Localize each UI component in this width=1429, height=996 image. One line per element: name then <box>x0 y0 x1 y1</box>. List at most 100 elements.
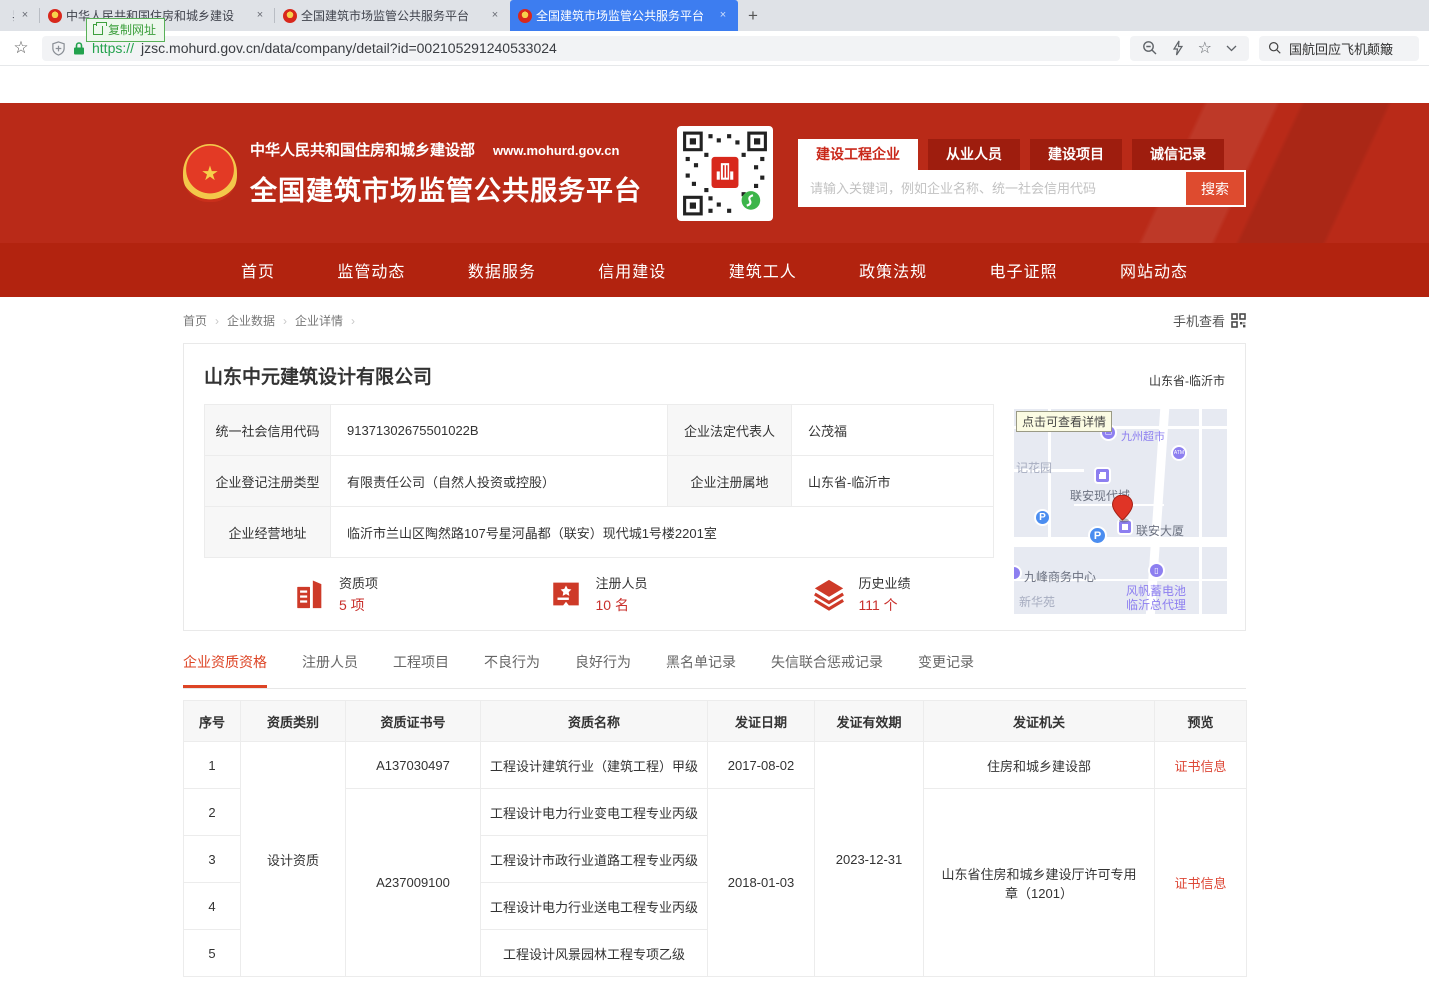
search-tab-enterprise[interactable]: 建设工程企业 <box>798 139 918 170</box>
authority-cell: 住房和城乡建设部 <box>924 742 1155 789</box>
search-input[interactable] <box>798 170 1184 207</box>
nav-item-supervision[interactable]: 监管动态 <box>337 258 405 282</box>
legal-person-value: 公茂福 <box>792 405 994 456</box>
emblem-favicon-icon: ★ <box>283 9 297 23</box>
certificate-info-link[interactable]: 证书信息 <box>1174 876 1226 891</box>
field-label: 企业登记注册类型 <box>205 456 331 507</box>
map-road <box>1199 409 1202 614</box>
col-seq: 序号 <box>184 701 241 742</box>
tab-title: 全国建筑市场监管公共服务平台 <box>301 7 484 24</box>
nav-item-news[interactable]: 网站动态 <box>1120 258 1188 282</box>
browser-action-bar: ☆ <box>1130 36 1249 61</box>
favorite-star-icon[interactable]: ☆ <box>1198 38 1212 58</box>
seq-cell: 4 <box>184 883 241 930</box>
tab-bad-behavior[interactable]: 不良行为 <box>484 652 540 688</box>
search-tab-credit[interactable]: 诚信记录 <box>1132 139 1224 170</box>
header-search-bar: 搜索 <box>798 170 1246 207</box>
tab-blacklist[interactable]: 黑名单记录 <box>666 652 736 688</box>
stat-qualifications[interactable]: 资质项 5 项 <box>204 573 467 615</box>
stat-label: 历史业绩 <box>858 573 910 592</box>
zoom-out-icon[interactable] <box>1142 40 1158 56</box>
breadcrumb: 首页 企业数据 企业详情 手机查看 <box>183 311 1246 330</box>
seq-cell: 1 <box>184 742 241 789</box>
nav-item-workers[interactable]: 建筑工人 <box>729 258 797 282</box>
company-card: 山东中元建筑设计有限公司 山东省-临沂市 统一社会信用代码 9137130267… <box>183 343 1246 631</box>
search-tab-project[interactable]: 建设项目 <box>1030 139 1122 170</box>
col-validity: 发证有效期 <box>815 701 924 742</box>
category-cell: 设计资质 <box>241 742 346 977</box>
quick-search-text: 国航回应飞机颠簸 <box>1289 39 1393 58</box>
map-pin-icon <box>1112 495 1133 523</box>
certificate-info-link[interactable]: 证书信息 <box>1174 759 1226 774</box>
close-icon[interactable] <box>488 9 502 23</box>
qual-name-cell: 工程设计市政行业道路工程专业丙级 <box>481 836 708 883</box>
building-icon <box>293 577 327 611</box>
table-row: 企业登记注册类型 有限责任公司（自然人投资或控股） 企业注册属地 山东省-临沂市 <box>205 456 994 507</box>
detail-tabs: 企业资质资格 注册人员 工程项目 不良行为 良好行为 黑名单记录 失信联合惩戒记… <box>183 652 1246 689</box>
table-row: 企业经营地址 临沂市兰山区陶然路107号星河晶都（联安）现代城1号楼2201室 <box>205 507 994 558</box>
address-bar[interactable]: https://jzsc.mohurd.gov.cn/data/company/… <box>42 36 1120 61</box>
seq-cell: 5 <box>184 930 241 977</box>
map-road <box>1014 537 1227 547</box>
close-icon[interactable] <box>253 9 267 23</box>
stat-label: 注册人员 <box>595 573 647 592</box>
nav-item-license[interactable]: 电子证照 <box>990 258 1058 282</box>
site-title: 全国建筑市场监管公共服务平台 <box>250 169 642 208</box>
map-area-label: 记花园 <box>1016 459 1052 476</box>
map-poi-label: 九州超市 <box>1121 428 1165 444</box>
tab-title: 界 <box>12 7 14 24</box>
quick-search-box[interactable]: 国航回应飞机颠簸 <box>1259 36 1419 61</box>
stat-registered-personnel[interactable]: 注册人员 10 名 <box>467 573 730 615</box>
nav-item-data-service[interactable]: 数据服务 <box>468 258 536 282</box>
nav-item-home[interactable]: 首页 <box>241 258 275 282</box>
breadcrumb-home[interactable]: 首页 <box>183 312 207 329</box>
copy-url-tooltip: 复制网址 <box>86 18 165 42</box>
layers-icon <box>812 577 846 611</box>
field-label: 企业法定代表人 <box>668 405 792 456</box>
breadcrumb-separator <box>215 314 219 328</box>
nav-item-policy[interactable]: 政策法规 <box>859 258 927 282</box>
browser-tab-0[interactable]: 界 <box>0 0 40 31</box>
close-icon[interactable] <box>716 9 730 23</box>
emblem-favicon-icon: ★ <box>518 9 532 23</box>
tab-good-behavior[interactable]: 良好行为 <box>575 652 631 688</box>
tab-registered-personnel[interactable]: 注册人员 <box>302 652 358 688</box>
tab-qualifications[interactable]: 企业资质资格 <box>183 652 267 688</box>
registration-type-value: 有限责任公司（自然人投资或控股） <box>331 456 668 507</box>
breadcrumb-company-data[interactable]: 企业数据 <box>227 312 275 329</box>
stat-historical-performance[interactable]: 历史业绩 111 个 <box>730 573 993 615</box>
table-header-row: 序号 资质类别 资质证书号 资质名称 发证日期 发证有效期 发证机关 预览 <box>184 701 1247 742</box>
national-emblem-icon: ★ <box>183 144 237 202</box>
close-icon[interactable] <box>18 9 32 23</box>
new-tab-button[interactable] <box>738 0 768 31</box>
emblem-favicon-icon: ★ <box>48 9 62 23</box>
lightning-icon[interactable] <box>1172 40 1184 56</box>
issue-date-cell: 2018-01-03 <box>708 789 815 977</box>
map-poi-label: 临沂总代理 <box>1126 596 1186 613</box>
tab-dishonesty-records[interactable]: 失信联合惩戒记录 <box>771 652 883 688</box>
bookmark-star-icon[interactable]: ☆ <box>10 38 32 58</box>
browser-url-row: ☆ https://jzsc.mohurd.gov.cn/data/compan… <box>0 31 1429 66</box>
field-label: 统一社会信用代码 <box>205 405 331 456</box>
shield-icon[interactable] <box>51 41 66 56</box>
mobile-view-label: 手机查看 <box>1173 311 1225 330</box>
credit-code-value: 91371302675501022B <box>331 405 668 456</box>
company-location-map[interactable]: ▭ 九州超市 ATM 记花园 联安现代城 联安大厦 P P 九峰商务中心 ▯ 风… <box>1014 409 1227 614</box>
search-category-tabs: 建设工程企业 从业人员 建设项目 诚信记录 <box>798 139 1246 170</box>
tab-change-records[interactable]: 变更记录 <box>918 652 974 688</box>
mobile-view-button[interactable]: 手机查看 <box>1173 311 1246 330</box>
breadcrumb-company-detail[interactable]: 企业详情 <box>295 312 343 329</box>
site-header: ★ 中华人民共和国住房和城乡建设部 www.mohurd.gov.cn 全国建筑… <box>0 103 1429 243</box>
browser-tab-2[interactable]: ★ 全国建筑市场监管公共服务平台 <box>275 0 510 31</box>
search-tab-personnel[interactable]: 从业人员 <box>928 139 1020 170</box>
nav-item-credit[interactable]: 信用建设 <box>598 258 666 282</box>
chevron-down-icon[interactable] <box>1226 45 1237 52</box>
tab-projects[interactable]: 工程项目 <box>393 652 449 688</box>
map-poi-label: 联安大厦 <box>1136 522 1184 539</box>
col-category: 资质类别 <box>241 701 346 742</box>
col-name: 资质名称 <box>481 701 708 742</box>
parking-icon: P <box>1034 509 1051 526</box>
field-label: 企业注册属地 <box>668 456 792 507</box>
browser-tab-active[interactable]: ★ 全国建筑市场监管公共服务平台 <box>510 0 738 31</box>
search-button[interactable]: 搜索 <box>1184 170 1246 207</box>
